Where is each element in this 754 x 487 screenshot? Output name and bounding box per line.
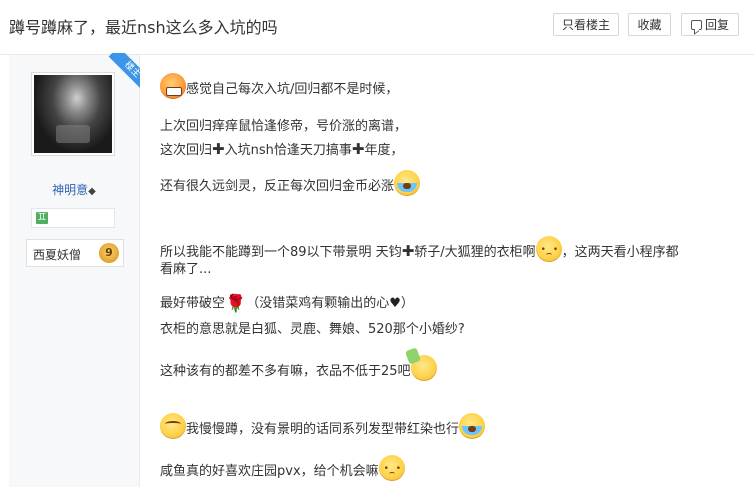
server-tag: 西夏妖僧 9 xyxy=(26,239,124,267)
heart-icon: ♥ xyxy=(389,296,401,311)
cross-icon: ✚ xyxy=(212,140,225,158)
post-text: 上次回归痒痒鼠恰逢修帝，号价涨的离谱， xyxy=(160,119,408,134)
post-text: 最好带破空 xyxy=(160,296,226,311)
post-text: 这种该有的都差不多有嘛，衣品不低于25吧 xyxy=(160,364,411,379)
post-text: 入坑nsh恰逢天刀搞事 xyxy=(224,143,352,158)
post-line-5: 所以我能不能蹲到一个89以下带景明 天钧✚轿子/大狐狸的衣柜啊 ，这两天看小程序都 xyxy=(160,236,679,262)
author-name[interactable]: 神明意◆ xyxy=(9,181,139,198)
reply-button-label: 回复 xyxy=(704,18,729,32)
post-text: ，这两天看小程序都 xyxy=(561,245,679,260)
crying-emoji-icon xyxy=(394,170,421,196)
zodiac-tag: ♊ xyxy=(31,208,115,228)
cross-icon: ✚ xyxy=(351,140,365,158)
post-text: 轿子/大狐狸的衣柜啊 xyxy=(414,245,536,260)
sad-emoji-icon xyxy=(378,455,405,481)
avatar-frame[interactable] xyxy=(31,72,115,156)
cross-icon: ✚ xyxy=(401,242,415,260)
post-line-6: 看麻了... xyxy=(160,261,211,279)
reply-icon xyxy=(690,20,702,30)
post-text: ） xyxy=(400,296,414,311)
crying-emoji-icon xyxy=(459,413,486,439)
only-op-button[interactable]: 只看楼主 xyxy=(553,13,619,36)
post-text: 年度， xyxy=(364,143,404,158)
post-text: 衣柜的意思就是白狐、灵鹿、舞娘、520那个小婚纱? xyxy=(160,322,465,337)
post-line-7: 最好带破空🌹（没错菜鸡有颗输出的心♥） xyxy=(160,295,414,313)
post-text: 这次回归 xyxy=(160,143,213,158)
post-text: （没错菜鸡有颗输出的心 xyxy=(246,296,390,311)
level-badge: 9 xyxy=(99,243,119,263)
angry-emoji-icon xyxy=(160,73,186,99)
post-text: 感觉自己每次入坑/回归都不是时候， xyxy=(186,82,399,97)
wipe-tears-emoji-icon xyxy=(410,355,437,381)
rose-icon: 🌹 xyxy=(225,294,247,314)
op-badge-label: 楼主 xyxy=(108,53,142,89)
post-line-2: 上次回归痒痒鼠恰逢修帝，号价涨的离谱， xyxy=(160,118,407,136)
post-title: 蹲号蹲麻了，最近nsh这么多入坑的吗 xyxy=(9,18,278,37)
post-text: 所以我能不能蹲到一个89以下带景明 天钧 xyxy=(160,245,402,260)
post-line-8: 衣柜的意思就是白狐、灵鹿、舞娘、520那个小婚纱? xyxy=(160,321,465,339)
post-text: 我慢慢蹲，没有景明的话同系列发型带红染也行 xyxy=(186,422,460,437)
reply-button[interactable]: 回复 xyxy=(681,13,739,36)
server-name: 西夏妖僧 xyxy=(33,248,82,262)
op-badge: 楼主 xyxy=(106,53,142,89)
post-text: 还有很久远剑灵，反正每次回归金币必涨 xyxy=(160,179,395,194)
diamond-icon: ◆ xyxy=(88,186,96,197)
author-panel: 楼主 神明意◆ ♊ 西夏妖僧 9 xyxy=(9,53,142,487)
sweat-emoji-icon xyxy=(160,413,186,439)
sad-emoji-icon xyxy=(535,236,562,262)
favorite-button[interactable]: 收藏 xyxy=(628,13,671,36)
post-header: 蹲号蹲麻了，最近nsh这么多入坑的吗 只看楼主 收藏 回复 xyxy=(0,0,754,55)
post-line-1: 感觉自己每次入坑/回归都不是时候， xyxy=(160,73,398,99)
gemini-icon: ♊ xyxy=(36,212,48,224)
post-line-3: 这次回归✚入坑nsh恰逢天刀搞事✚年度， xyxy=(160,140,403,160)
post-line-11: 咸鱼真的好喜欢庄园pvx，给个机会嘛 xyxy=(160,455,405,481)
post-line-9: 这种该有的都差不多有嘛，衣品不低于25吧 xyxy=(160,355,437,381)
post-line-10: 我慢慢蹲，没有景明的话同系列发型带红染也行 xyxy=(160,413,486,439)
avatar[interactable] xyxy=(34,75,112,153)
post-text: 咸鱼真的好喜欢庄园pvx，给个机会嘛 xyxy=(160,464,379,479)
post-line-4: 还有很久远剑灵，反正每次回归金币必涨 xyxy=(160,170,421,196)
post-text: 看麻了... xyxy=(160,262,212,277)
author-name-text[interactable]: 神明意 xyxy=(52,183,88,197)
